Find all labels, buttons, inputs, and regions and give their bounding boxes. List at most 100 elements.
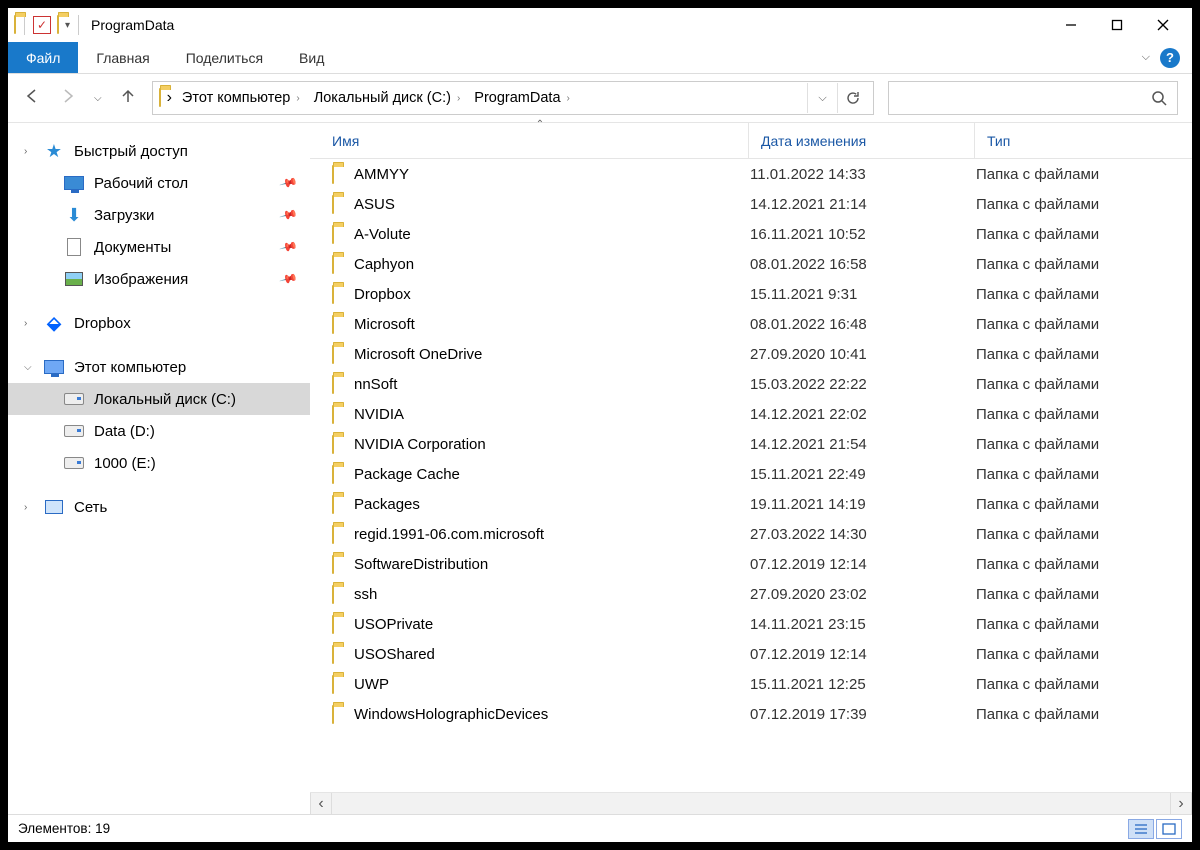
help-button[interactable]: ? (1160, 48, 1180, 68)
file-row[interactable]: Dropbox15.11.2021 9:31Папка с файлами (310, 279, 1192, 309)
chevron-right-icon[interactable]: › (296, 93, 299, 104)
scroll-left-button[interactable]: ‹ (310, 793, 332, 814)
file-row[interactable]: nnSoft15.03.2022 22:22Папка с файлами (310, 369, 1192, 399)
file-name: A-Volute (354, 226, 750, 243)
file-type: Папка с файлами (976, 256, 1192, 273)
minimize-button[interactable] (1048, 10, 1094, 40)
sidebar-drive-d[interactable]: Data (D:) (8, 415, 310, 447)
file-row[interactable]: NVIDIA14.12.2021 22:02Папка с файлами (310, 399, 1192, 429)
file-name: Microsoft OneDrive (354, 346, 750, 363)
file-row[interactable]: ssh27.09.2020 23:02Папка с файлами (310, 579, 1192, 609)
chevron-right-icon[interactable]: › (24, 318, 27, 329)
file-name: Dropbox (354, 286, 750, 303)
desktop-icon (64, 174, 84, 192)
column-header-type[interactable]: Тип (974, 123, 1192, 158)
file-date: 19.11.2021 14:19 (750, 496, 976, 513)
refresh-button[interactable] (837, 83, 867, 113)
column-header-date[interactable]: Дата изменения (748, 123, 974, 158)
file-row[interactable]: USOPrivate14.11.2021 23:15Папка с файлам… (310, 609, 1192, 639)
breadcrumb-segment[interactable]: ProgramData› (470, 88, 574, 108)
horizontal-scrollbar[interactable]: ‹ › (310, 792, 1192, 814)
forward-button[interactable] (58, 86, 78, 111)
sidebar-this-pc[interactable]: ⌵ Этот компьютер (8, 351, 310, 383)
sidebar-item-pictures[interactable]: Изображения 📌 (8, 263, 310, 295)
chevron-right-icon[interactable]: › (24, 146, 27, 157)
sidebar-dropbox[interactable]: › ⬙ Dropbox (8, 307, 310, 339)
chevron-right-icon[interactable]: › (567, 93, 570, 104)
breadcrumb-segment[interactable]: Локальный диск (C:)› (310, 88, 465, 108)
file-date: 15.11.2021 12:25 (750, 676, 976, 693)
file-name: Caphyon (354, 256, 750, 273)
file-row[interactable]: SoftwareDistribution07.12.2019 12:14Папк… (310, 549, 1192, 579)
sidebar-item-desktop[interactable]: Рабочий стол 📌 (8, 167, 310, 199)
file-row[interactable]: regid.1991-06.com.microsoft27.03.2022 14… (310, 519, 1192, 549)
file-row[interactable]: WindowsHolographicDevices07.12.2019 17:3… (310, 699, 1192, 729)
file-row[interactable]: Caphyon08.01.2022 16:58Папка с файлами (310, 249, 1192, 279)
file-type: Папка с файлами (976, 496, 1192, 513)
sidebar-item-downloads[interactable]: ⬇ Загрузки 📌 (8, 199, 310, 231)
file-row[interactable]: Package Cache15.11.2021 22:49Папка с фай… (310, 459, 1192, 489)
folder-icon (332, 196, 354, 213)
chevron-down-icon[interactable]: ⌵ (24, 362, 32, 373)
file-type: Папка с файлами (976, 226, 1192, 243)
ribbon-tab-file[interactable]: Файл (8, 42, 78, 73)
file-row[interactable]: ASUS14.12.2021 21:14Папка с файлами (310, 189, 1192, 219)
ribbon-tab-view[interactable]: Вид (281, 42, 342, 73)
ribbon-tab-share[interactable]: Поделиться (168, 42, 281, 73)
file-type: Папка с файлами (976, 196, 1192, 213)
folder-icon[interactable] (57, 16, 59, 34)
maximize-button[interactable] (1094, 10, 1140, 40)
view-large-icons-button[interactable] (1156, 819, 1182, 839)
file-list[interactable]: AMMYY11.01.2022 14:33Папка с файламиASUS… (310, 159, 1192, 792)
file-row[interactable]: A-Volute16.11.2021 10:52Папка с файлами (310, 219, 1192, 249)
sidebar-item-documents[interactable]: Документы 📌 (8, 231, 310, 263)
chevron-right-icon[interactable]: › (24, 502, 27, 513)
file-row[interactable]: USOShared07.12.2019 12:14Папка с файлами (310, 639, 1192, 669)
file-date: 15.11.2021 9:31 (750, 286, 976, 303)
qat-dropdown-icon[interactable]: ▾ (65, 20, 70, 31)
ribbon-expand-icon[interactable]: ⌵ (1142, 51, 1150, 64)
chevron-right-icon[interactable]: › (457, 93, 460, 104)
pin-icon: 📌 (279, 237, 299, 257)
file-row[interactable]: AMMYY11.01.2022 14:33Папка с файлами (310, 159, 1192, 189)
view-details-button[interactable] (1128, 819, 1154, 839)
file-name: ssh (354, 586, 750, 603)
folder-icon (14, 16, 16, 34)
close-button[interactable] (1140, 10, 1186, 40)
file-row[interactable]: Microsoft08.01.2022 16:48Папка с файлами (310, 309, 1192, 339)
scroll-right-button[interactable]: › (1170, 793, 1192, 814)
ribbon-tab-home[interactable]: Главная (78, 42, 167, 73)
search-box[interactable] (888, 81, 1178, 115)
content-area: ⌃ Имя Дата изменения Тип AMMYY11.01.2022… (310, 123, 1192, 814)
folder-icon (332, 676, 354, 693)
back-button[interactable] (22, 86, 42, 111)
sidebar-quick-access[interactable]: › ★ Быстрый доступ (8, 135, 310, 167)
sidebar-network[interactable]: › Сеть (8, 491, 310, 523)
recent-dropdown-icon[interactable]: ⌵ (94, 93, 102, 104)
sidebar-drive-c[interactable]: Локальный диск (C:) (8, 383, 310, 415)
file-name: UWP (354, 676, 750, 693)
sidebar-drive-e[interactable]: 1000 (E:) (8, 447, 310, 479)
search-icon (1151, 90, 1167, 106)
column-headers: ⌃ Имя Дата изменения Тип (310, 123, 1192, 159)
file-type: Папка с файлами (976, 286, 1192, 303)
pin-icon: 📌 (279, 173, 299, 193)
breadcrumb-segment[interactable]: Этот компьютер› (178, 88, 304, 108)
status-item-count: Элементов: 19 (18, 821, 110, 836)
file-date: 11.01.2022 14:33 (750, 166, 976, 183)
up-button[interactable] (118, 86, 138, 111)
file-row[interactable]: Microsoft OneDrive27.09.2020 10:41Папка … (310, 339, 1192, 369)
address-bar[interactable]: › Этот компьютер› Локальный диск (C:)› P… (152, 81, 874, 115)
file-row[interactable]: Packages19.11.2021 14:19Папка с файлами (310, 489, 1192, 519)
file-row[interactable]: NVIDIA Corporation14.12.2021 21:54Папка … (310, 429, 1192, 459)
address-dropdown-button[interactable]: ⌵ (807, 83, 837, 113)
drive-icon (64, 422, 84, 440)
file-name: Packages (354, 496, 750, 513)
file-name: NVIDIA (354, 406, 750, 423)
column-header-name[interactable]: ⌃ Имя (332, 123, 748, 158)
chevron-right-icon[interactable]: › (167, 89, 172, 107)
pin-icon: 📌 (279, 269, 299, 289)
sort-asc-icon: ⌃ (536, 119, 544, 130)
file-row[interactable]: UWP15.11.2021 12:25Папка с файлами (310, 669, 1192, 699)
properties-icon[interactable]: ✓ (33, 16, 51, 34)
